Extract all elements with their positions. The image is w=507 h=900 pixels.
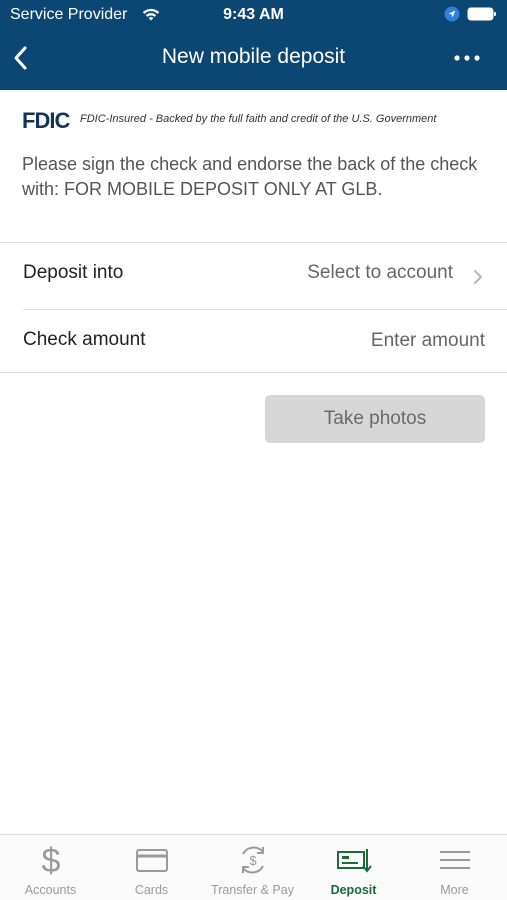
tab-deposit[interactable]: Deposit <box>303 835 404 900</box>
check-deposit-icon <box>336 849 372 873</box>
dollar-icon: $ <box>41 843 60 877</box>
status-bar: Service Provider 9:43 AM <box>0 0 507 32</box>
battery-icon <box>467 7 496 21</box>
tab-label: More <box>440 883 469 897</box>
tab-label: Accounts <box>24 883 77 897</box>
app-header: Service Provider 9:43 AM New mobile depo… <box>0 0 507 90</box>
svg-text:$: $ <box>41 843 60 877</box>
check-amount-label: Check amount <box>23 329 146 350</box>
deposit-into-row[interactable]: Deposit into Select to account <box>0 242 507 308</box>
tab-cards[interactable]: Cards <box>101 835 202 900</box>
deposit-into-value[interactable]: Select to account <box>307 262 453 284</box>
tab-label: Cards <box>134 883 169 897</box>
tab-transfer-pay[interactable]: $ Transfer & Pay <box>202 835 303 900</box>
tab-more[interactable]: More <box>404 835 505 900</box>
tab-bar: $ Accounts Cards $ Transfer & Pay Deposi… <box>0 834 507 900</box>
divider <box>0 372 507 373</box>
tab-label: Deposit <box>330 883 377 897</box>
tab-label: Transfer & Pay <box>211 883 294 897</box>
check-amount-row: Check amount <box>0 309 507 375</box>
endorsement-instructions: Please sign the check and endorse the ba… <box>22 154 478 199</box>
chevron-right-icon <box>474 270 482 284</box>
card-icon <box>135 849 168 872</box>
ellipsis-icon[interactable] <box>450 44 484 72</box>
check-amount-input[interactable] <box>265 327 485 355</box>
fdic-disclaimer: FDIC-Insured - Backed by the full faith … <box>80 113 437 125</box>
location-icon <box>444 6 460 22</box>
clock: 9:43 AM <box>223 6 284 23</box>
tab-accounts[interactable]: $ Accounts <box>0 835 101 900</box>
fdic-banner: FDIC FDIC-Insured - Backed by the full f… <box>22 108 492 133</box>
deposit-into-label: Deposit into <box>23 262 124 283</box>
svg-text:$: $ <box>249 853 257 868</box>
take-photos-button[interactable]: Take photos <box>265 395 485 443</box>
fdic-logo: FDIC <box>22 108 70 133</box>
transfer-icon: $ <box>241 846 264 874</box>
page-title: New mobile deposit <box>161 45 346 68</box>
menu-icon <box>439 851 470 869</box>
